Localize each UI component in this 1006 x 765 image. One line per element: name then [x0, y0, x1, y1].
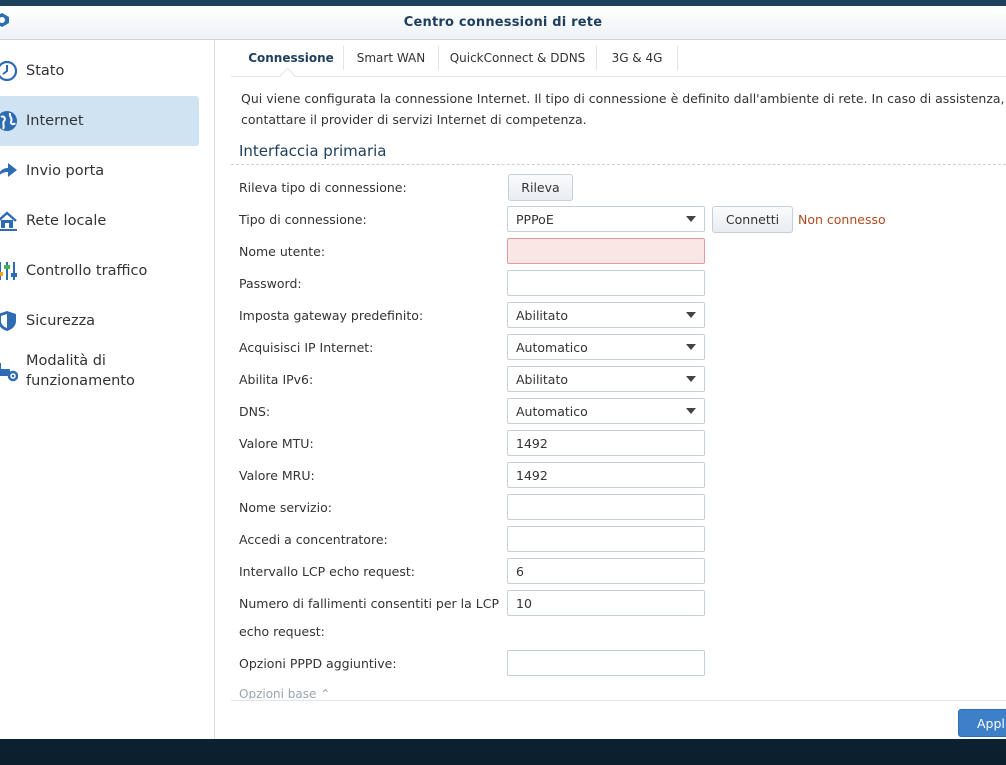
sidebar-item-sicurezza[interactable]: Sicurezza	[0, 296, 199, 346]
concentrator-field[interactable]	[507, 526, 705, 552]
concentrator-label: Accedi a concentratore:	[239, 532, 388, 547]
connection-type-select[interactable]: PPPoE	[507, 206, 705, 232]
apply-button[interactable]: Applica	[958, 709, 1006, 737]
mru-field[interactable]: 1492	[507, 462, 705, 488]
globe-icon	[0, 111, 17, 131]
default-gateway-value: Abilitato	[516, 307, 569, 323]
chevron-down-icon	[686, 408, 696, 414]
lcp-interval-field[interactable]: 6	[507, 558, 705, 584]
mtu-field[interactable]: 1492	[507, 430, 705, 456]
section-divider	[231, 164, 1006, 165]
default-gateway-select[interactable]: Abilitato	[507, 302, 705, 328]
sidebar-item-internet[interactable]: Internet	[0, 96, 199, 146]
lcp-failures-label: Numero di fallimenti consentiti per la L…	[239, 596, 499, 611]
router-gear-icon	[0, 363, 18, 382]
connect-button[interactable]: Connetti	[712, 206, 793, 233]
connection-status: Non connesso	[798, 212, 886, 227]
sidebar-item-label: Invio porta	[26, 163, 105, 179]
tab-3g-4g[interactable]: 3G & 4G	[597, 40, 677, 76]
sliders-icon	[0, 262, 17, 280]
username-field[interactable]	[507, 238, 705, 264]
sidebar-item-rete-locale[interactable]: Rete locale	[0, 196, 199, 246]
section-title: Interfaccia primaria	[239, 142, 387, 160]
sidebar-item-invio-porta[interactable]: Invio porta	[0, 146, 199, 196]
tab-smart-wan[interactable]: Smart WAN	[344, 40, 438, 76]
service-name-field[interactable]	[507, 494, 705, 520]
sidebar-item-stato[interactable]: Stato	[0, 46, 199, 96]
ipv6-label: Abilita IPv6:	[239, 372, 314, 387]
password-label: Password:	[239, 276, 302, 291]
dns-value: Automatico	[516, 403, 588, 419]
home-network-icon	[0, 211, 17, 231]
sidebar: Stato Internet Invio porta Rete locale C…	[0, 40, 215, 739]
tab-quickconnect-ddns[interactable]: QuickConnect & DDNS	[439, 40, 596, 76]
mru-label: Valore MRU:	[239, 468, 315, 483]
detect-label: Rileva tipo di connessione:	[239, 180, 407, 195]
window-title: Centro connessioni di rete	[403, 15, 603, 30]
username-label: Nome utente:	[239, 244, 326, 259]
basic-options-label: Opzioni base	[239, 687, 317, 699]
arrow-right-icon	[0, 163, 17, 177]
dns-label: DNS:	[239, 404, 271, 419]
sidebar-item-label: Modalità di funzionamento	[26, 353, 135, 389]
service-name-label: Nome servizio:	[239, 500, 332, 515]
mtu-label: Valore MTU:	[239, 436, 314, 451]
sidebar-item-label: Stato	[26, 63, 65, 79]
shield-icon	[0, 311, 16, 331]
chevron-down-icon	[686, 216, 696, 222]
sidebar-item-label: Controllo traffico	[26, 263, 148, 279]
chevron-down-icon	[686, 344, 696, 350]
sidebar-item-modalita-funzionamento[interactable]: Modalità di funzionamento	[0, 346, 199, 396]
network-center-window: Centro connessioni di rete Stato Interne…	[0, 6, 1006, 739]
footer-divider	[231, 700, 1006, 701]
page-description: Qui viene configurata la connessione Int…	[241, 91, 1005, 127]
pppd-options-field[interactable]	[507, 650, 705, 676]
lcp-interval-label: Intervallo LCP echo request:	[239, 564, 416, 579]
chevron-down-icon	[686, 376, 696, 382]
ipv6-value: Abilitato	[516, 371, 569, 387]
detect-button[interactable]: Rileva	[508, 174, 573, 201]
get-ip-value: Automatico	[516, 339, 588, 355]
sidebar-item-label: Internet	[26, 113, 84, 129]
title-bar: Centro connessioni di rete	[0, 6, 1006, 40]
sidebar-item-label: Rete locale	[26, 213, 107, 229]
default-gateway-label: Imposta gateway predefinito:	[239, 308, 424, 323]
tab-bar: Connessione Smart WAN QuickConnect & DDN…	[231, 40, 1006, 77]
password-field[interactable]	[507, 270, 705, 296]
lcp-failures-label-cont: echo request:	[239, 624, 325, 639]
tab-divider	[677, 46, 678, 70]
ipv6-select[interactable]: Abilitato	[507, 366, 705, 392]
connection-type-label: Tipo di connessione:	[239, 212, 367, 227]
sidebar-item-label: Sicurezza	[26, 313, 96, 329]
sidebar-item-controllo-traffico[interactable]: Controllo traffico	[0, 246, 199, 296]
pppd-options-label: Opzioni PPPD aggiuntive:	[239, 656, 397, 671]
lcp-failures-field[interactable]: 10	[507, 590, 705, 616]
get-ip-label: Acquisisci IP Internet:	[239, 340, 374, 355]
clock-icon	[0, 60, 18, 82]
dns-select[interactable]: Automatico	[507, 398, 705, 424]
connection-type-value: PPPoE	[516, 211, 554, 227]
get-ip-select[interactable]: Automatico	[507, 334, 705, 360]
chevron-up-icon: ⌃	[320, 687, 331, 699]
chevron-down-icon	[686, 312, 696, 318]
basic-options-toggle[interactable]: Opzioni base ⌃	[239, 687, 330, 699]
